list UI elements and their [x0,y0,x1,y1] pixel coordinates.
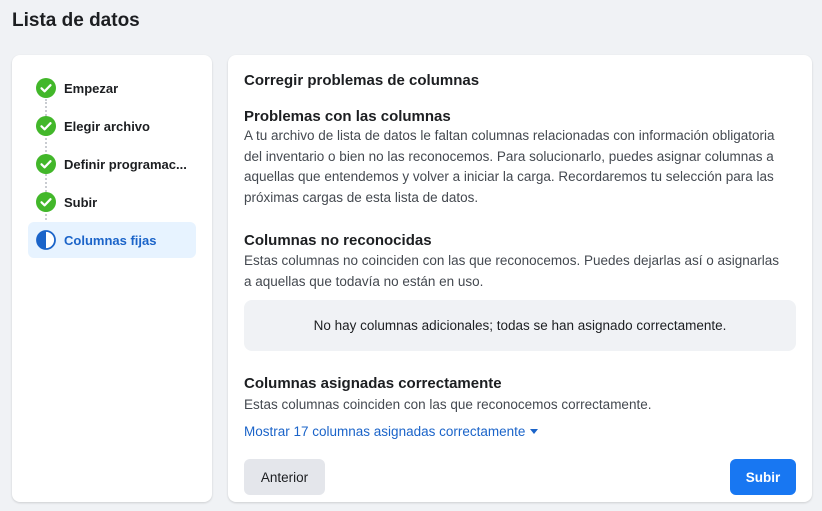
step-label: Elegir archivo [64,118,150,134]
check-circle-icon [36,154,56,174]
half-circle-icon [36,230,56,250]
empty-columns-message: No hay columnas adicionales; todas se ha… [244,300,796,351]
stepper-sidebar: Empezar Elegir archivo Definir programac… [12,55,212,502]
problems-section-title: Problemas con las columnas [244,108,451,125]
unrecognized-section-text: Estas columnas no coinciden con las que … [244,253,780,289]
step-elegir-archivo[interactable]: Elegir archivo [28,108,196,144]
caret-down-icon [530,429,539,434]
submit-button[interactable]: Subir [730,459,796,495]
unrecognized-section-title: Columnas no reconocidas [244,232,432,249]
step-subir[interactable]: Subir [28,184,196,220]
problems-section-text: A tu archivo de lista de datos le faltan… [244,128,775,205]
main-panel: Corregir problemas de columnas Problemas… [228,55,812,502]
page-title: Lista de datos [12,10,140,31]
back-button[interactable]: Anterior [244,459,325,495]
step-empezar[interactable]: Empezar [28,70,196,106]
step-label: Empezar [64,80,119,96]
show-assigned-columns-label: Mostrar 17 columnas asignadas correctame… [244,424,526,439]
assigned-section-text: Estas columnas coinciden con las que rec… [244,397,652,412]
step-definir-programacion[interactable]: Definir programac... [28,146,196,182]
step-label: Columnas fijas [64,232,157,248]
step-label: Subir [64,194,98,210]
assigned-section-title: Columnas asignadas correctamente [244,375,502,392]
step-label: Definir programac... [64,156,187,172]
check-circle-icon [36,192,56,212]
check-circle-icon [36,78,56,98]
step-columnas-fijas[interactable]: Columnas fijas [28,222,196,258]
check-circle-icon [36,116,56,136]
panel-title: Corregir problemas de columnas [244,72,480,89]
show-assigned-columns-link[interactable]: Mostrar 17 columnas asignadas correctame… [244,424,539,439]
